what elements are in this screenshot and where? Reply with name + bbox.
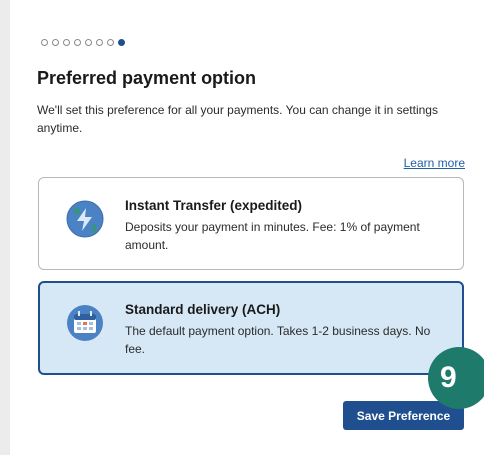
instant-transfer-icon: $ $: [66, 200, 104, 238]
page-description: We'll set this preference for all your p…: [37, 103, 438, 135]
step-dot: [85, 39, 92, 46]
step-progress-dots: [41, 39, 125, 46]
step-dot: [63, 39, 70, 46]
step-dot: [107, 39, 114, 46]
calendar-icon: [67, 305, 103, 341]
step-dot: [52, 39, 59, 46]
learn-more-link[interactable]: Learn more: [404, 156, 465, 170]
step-dot: [41, 39, 48, 46]
svg-text:$: $: [74, 207, 80, 217]
page-title: Preferred payment option: [37, 68, 257, 88]
step-dot-current: [118, 39, 125, 46]
payment-preference-panel: Preferred payment option We'll set this …: [10, 0, 484, 455]
option-title: Instant Transfer (expedited): [125, 198, 303, 213]
option-description: Deposits your payment in minutes. Fee: 1…: [125, 220, 420, 252]
step-dot: [74, 39, 81, 46]
option-title: Standard delivery (ACH): [125, 302, 281, 317]
svg-text:$: $: [91, 224, 97, 234]
step-dot: [96, 39, 103, 46]
option-standard-delivery[interactable]: Standard delivery (ACH) The default paym…: [38, 281, 464, 375]
step-number-badge: 9: [428, 347, 484, 409]
option-description: The default payment option. Takes 1-2 bu…: [125, 324, 431, 356]
option-instant-transfer[interactable]: $ $ Instant Transfer (expedited) Deposit…: [38, 177, 464, 270]
